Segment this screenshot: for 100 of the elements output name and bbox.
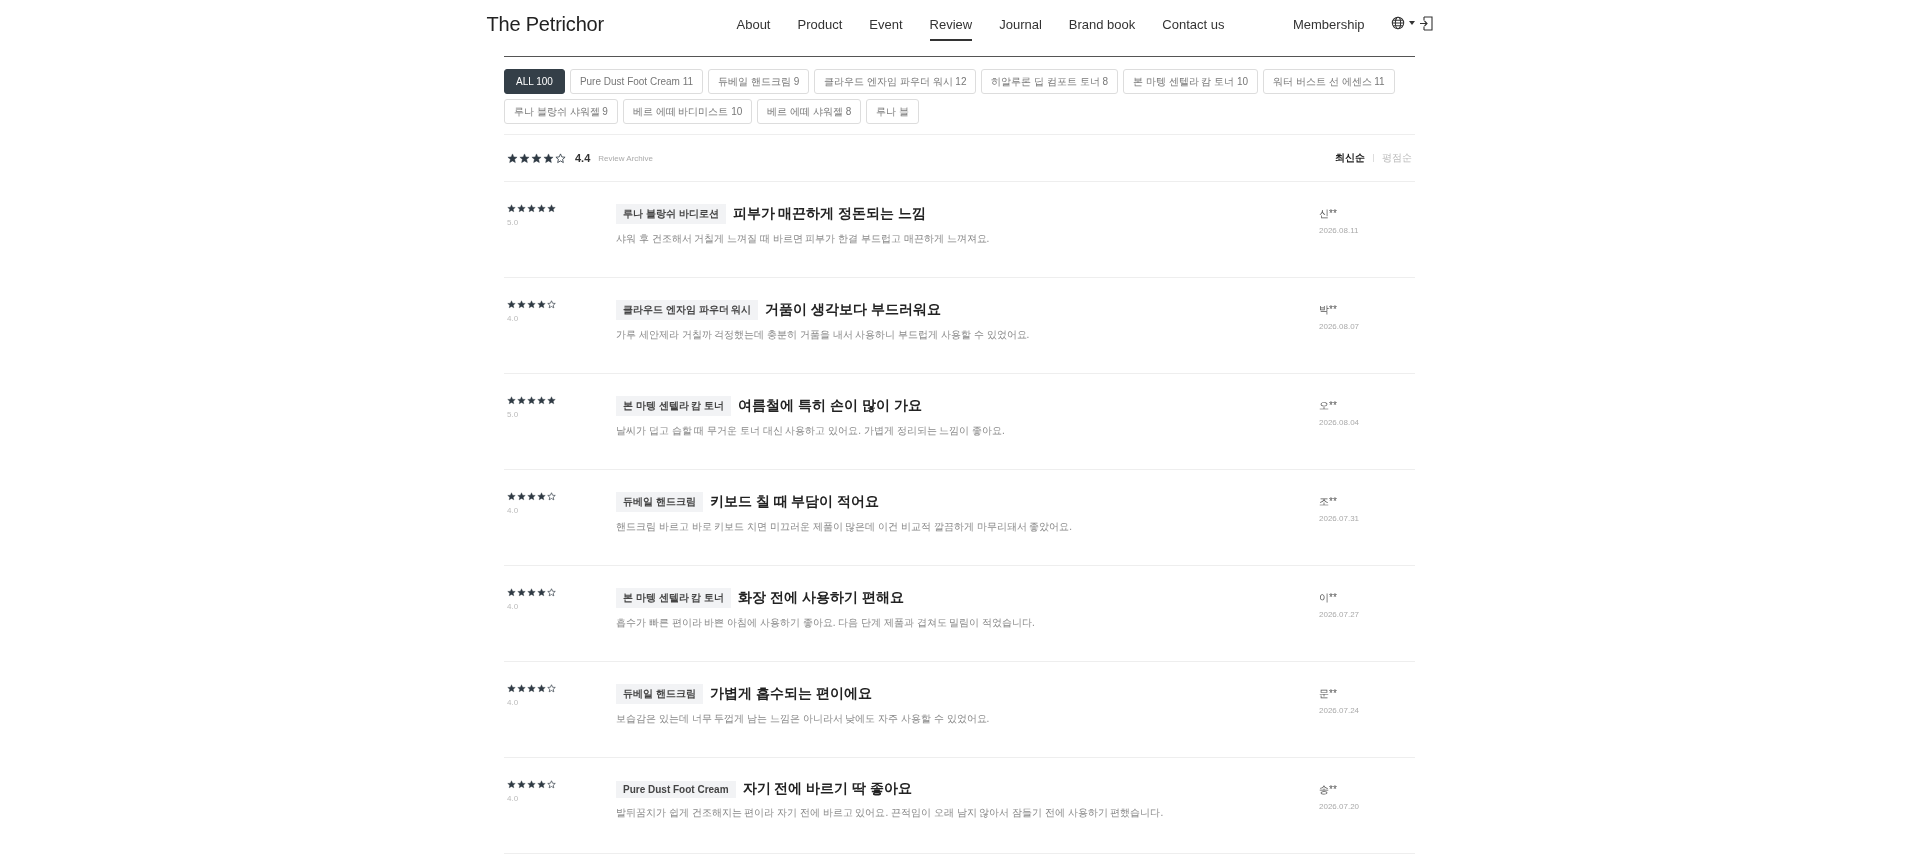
filter-chip[interactable]: Pure Dust Foot Cream 11 — [569, 69, 704, 94]
star-icon — [527, 588, 536, 597]
review-title[interactable]: 자기 전에 바르기 딱 좋아요 — [742, 780, 913, 798]
star-icon — [555, 152, 566, 164]
review-text: 발뒤꿈치가 쉽게 건조해지는 편이라 자기 전에 바르고 있어요. 끈적임이 오래 남지 않아서 잠들기 전에 사용하기 편했습니다. — [616, 806, 1165, 820]
star-icon — [507, 492, 516, 501]
review-title[interactable]: 화장 전에 사용하기 편해요 — [738, 589, 904, 607]
review-date: 2026.08.11 — [1319, 226, 1360, 235]
product-tag: 본 마텡 센텔라 캄 토너 — [616, 588, 732, 608]
star-icon — [543, 152, 554, 164]
review-date: 2026.07.20 — [1319, 802, 1361, 811]
star-icon — [507, 780, 516, 789]
filter-chip[interactable]: 워터 버스트 선 에센스 11 — [1263, 69, 1395, 94]
filter-chip[interactable]: 베르 에떼 바디미스트 10 — [622, 99, 753, 124]
review-text: 샤워 후 건조해서 거칠게 느껴질 때 바르면 피부가 한결 부드럽고 매끈하게 느껴져요. — [616, 232, 991, 246]
star-icon — [517, 396, 526, 405]
review-text: 날씨가 덥고 습할 때 무거운 토너 대신 사용하고 있어요. 가볍게 정리되는 느낌이 좋아요. — [616, 424, 1006, 438]
star-icon — [537, 300, 546, 309]
product-tag: 본 마텡 센텔라 캄 토너 — [616, 396, 732, 416]
nav-link[interactable]: About — [736, 9, 771, 41]
star-icon — [517, 780, 526, 789]
star-icon — [547, 588, 556, 597]
review-date: 2026.07.27 — [1319, 610, 1361, 619]
review-author: 송** — [1319, 783, 1338, 797]
filter-chip[interactable]: ALL 100 — [504, 69, 565, 94]
review-text: 보습감은 있는데 너무 두껍게 남는 느낌은 아니라서 낮에도 자주 사용할 수 있었어요. — [616, 712, 991, 726]
product-tag: Pure Dust Foot Cream — [616, 780, 736, 798]
site-logo[interactable]: The Petrichor — [486, 12, 737, 36]
star-icon — [537, 492, 546, 501]
star-icon — [537, 780, 546, 789]
archive-caption: Review Archive — [598, 153, 653, 163]
review-author: 박** — [1319, 303, 1338, 317]
star-icon — [547, 204, 556, 213]
star-icon — [527, 684, 536, 693]
login-icon[interactable] — [1418, 15, 1433, 31]
nav-link[interactable]: Event — [869, 9, 903, 41]
review-text: 가루 세안제라 거칠까 걱정했는데 충분히 거품을 내서 사용하니 부드럽게 사용할 수 있었어요. — [616, 328, 1031, 342]
sort-option[interactable]: 최신순 — [1335, 151, 1365, 165]
filter-chip[interactable]: 베르 에떼 샤워젤 8 — [757, 99, 862, 124]
star-icon — [527, 300, 536, 309]
average-rating: 4.4 — [575, 152, 591, 164]
star-icon — [507, 204, 516, 213]
nav-link[interactable]: Review — [929, 9, 973, 41]
review-author: 조** — [1319, 495, 1338, 509]
review-text: 핸드크림 바르고 바로 키보드 치면 미끄러운 제품이 많은데 이건 비교적 깔끔하게 마무리돼서 좋았어요. — [616, 520, 1074, 534]
star-icon — [547, 684, 556, 693]
nav-link[interactable]: Contact us — [1162, 9, 1225, 41]
caret-icon[interactable] — [1408, 21, 1415, 25]
star-icon — [517, 588, 526, 597]
nav-link[interactable]: Brand book — [1068, 9, 1136, 41]
star-icon — [527, 780, 536, 789]
rating-value: 5.0 — [507, 410, 520, 419]
globe-icon[interactable] — [1390, 16, 1405, 30]
star-icon — [537, 396, 546, 405]
product-tag: 클라우드 엔자임 파우더 워시 — [616, 300, 759, 320]
review-author: 이** — [1319, 591, 1338, 605]
product-tag: 듀베일 핸드크림 — [616, 492, 703, 512]
product-tag: 루나 블랑쉬 바디로션 — [616, 204, 726, 224]
filter-chip[interactable]: 히알루론 딥 컴포트 토너 8 — [981, 69, 1119, 94]
star-icon — [527, 204, 536, 213]
nav-link[interactable]: Product — [797, 9, 843, 41]
review-date: 2026.07.31 — [1319, 514, 1361, 523]
review-date: 2026.08.04 — [1319, 418, 1361, 427]
review-author: 신** — [1319, 207, 1338, 221]
product-tag: 듀베일 핸드크림 — [616, 684, 703, 704]
rating-value: 5.0 — [507, 218, 520, 227]
nav-link[interactable]: Journal — [999, 9, 1042, 41]
review-date: 2026.08.07 — [1319, 322, 1361, 331]
star-icon — [547, 492, 556, 501]
filter-chip[interactable]: 본 마텡 센텔라 캄 토너 10 — [1123, 69, 1259, 94]
star-icon — [507, 300, 516, 309]
star-icon — [517, 492, 526, 501]
review-author: 문** — [1319, 687, 1338, 701]
review-date: 2026.07.24 — [1319, 706, 1361, 715]
star-icon — [547, 396, 556, 405]
star-icon — [547, 780, 556, 789]
star-icon — [547, 300, 556, 309]
star-icon — [517, 684, 526, 693]
review-title[interactable]: 여름철에 특히 손이 많이 가요 — [738, 397, 922, 415]
review-title[interactable]: 피부가 매끈하게 정돈되는 느낌 — [732, 205, 927, 223]
star-icon — [531, 152, 542, 164]
star-icon — [527, 492, 536, 501]
star-icon — [537, 684, 546, 693]
star-icon — [517, 300, 526, 309]
filter-chip[interactable]: 루나 블랑쉬 샤워젤 9 — [504, 99, 618, 124]
star-icon — [507, 588, 516, 597]
star-icon — [507, 396, 516, 405]
review-author: 오** — [1319, 399, 1338, 413]
filter-chip[interactable]: 루나 블 — [866, 99, 920, 124]
star-icon — [507, 684, 516, 693]
review-title[interactable]: 가볍게 흡수되는 편이에요 — [709, 685, 872, 703]
filter-chip[interactable]: 클라우드 엔자임 파우더 워시 12 — [814, 69, 977, 94]
star-icon — [519, 152, 530, 164]
star-icon — [517, 204, 526, 213]
review-title[interactable]: 거품이 생각보다 부드러워요 — [765, 301, 942, 319]
filter-chip[interactable]: 듀베일 핸드크림 9 — [708, 69, 810, 94]
review-title[interactable]: 키보드 칠 때 부담이 적어요 — [709, 493, 880, 511]
review-text: 흡수가 빠른 편이라 바쁜 아침에 사용하기 좋아요. 다음 단계 제품과 겹쳐도 밀림이 적었습니다. — [616, 616, 1036, 630]
star-icon — [507, 152, 518, 164]
membership-link[interactable]: Membership — [1292, 9, 1365, 41]
